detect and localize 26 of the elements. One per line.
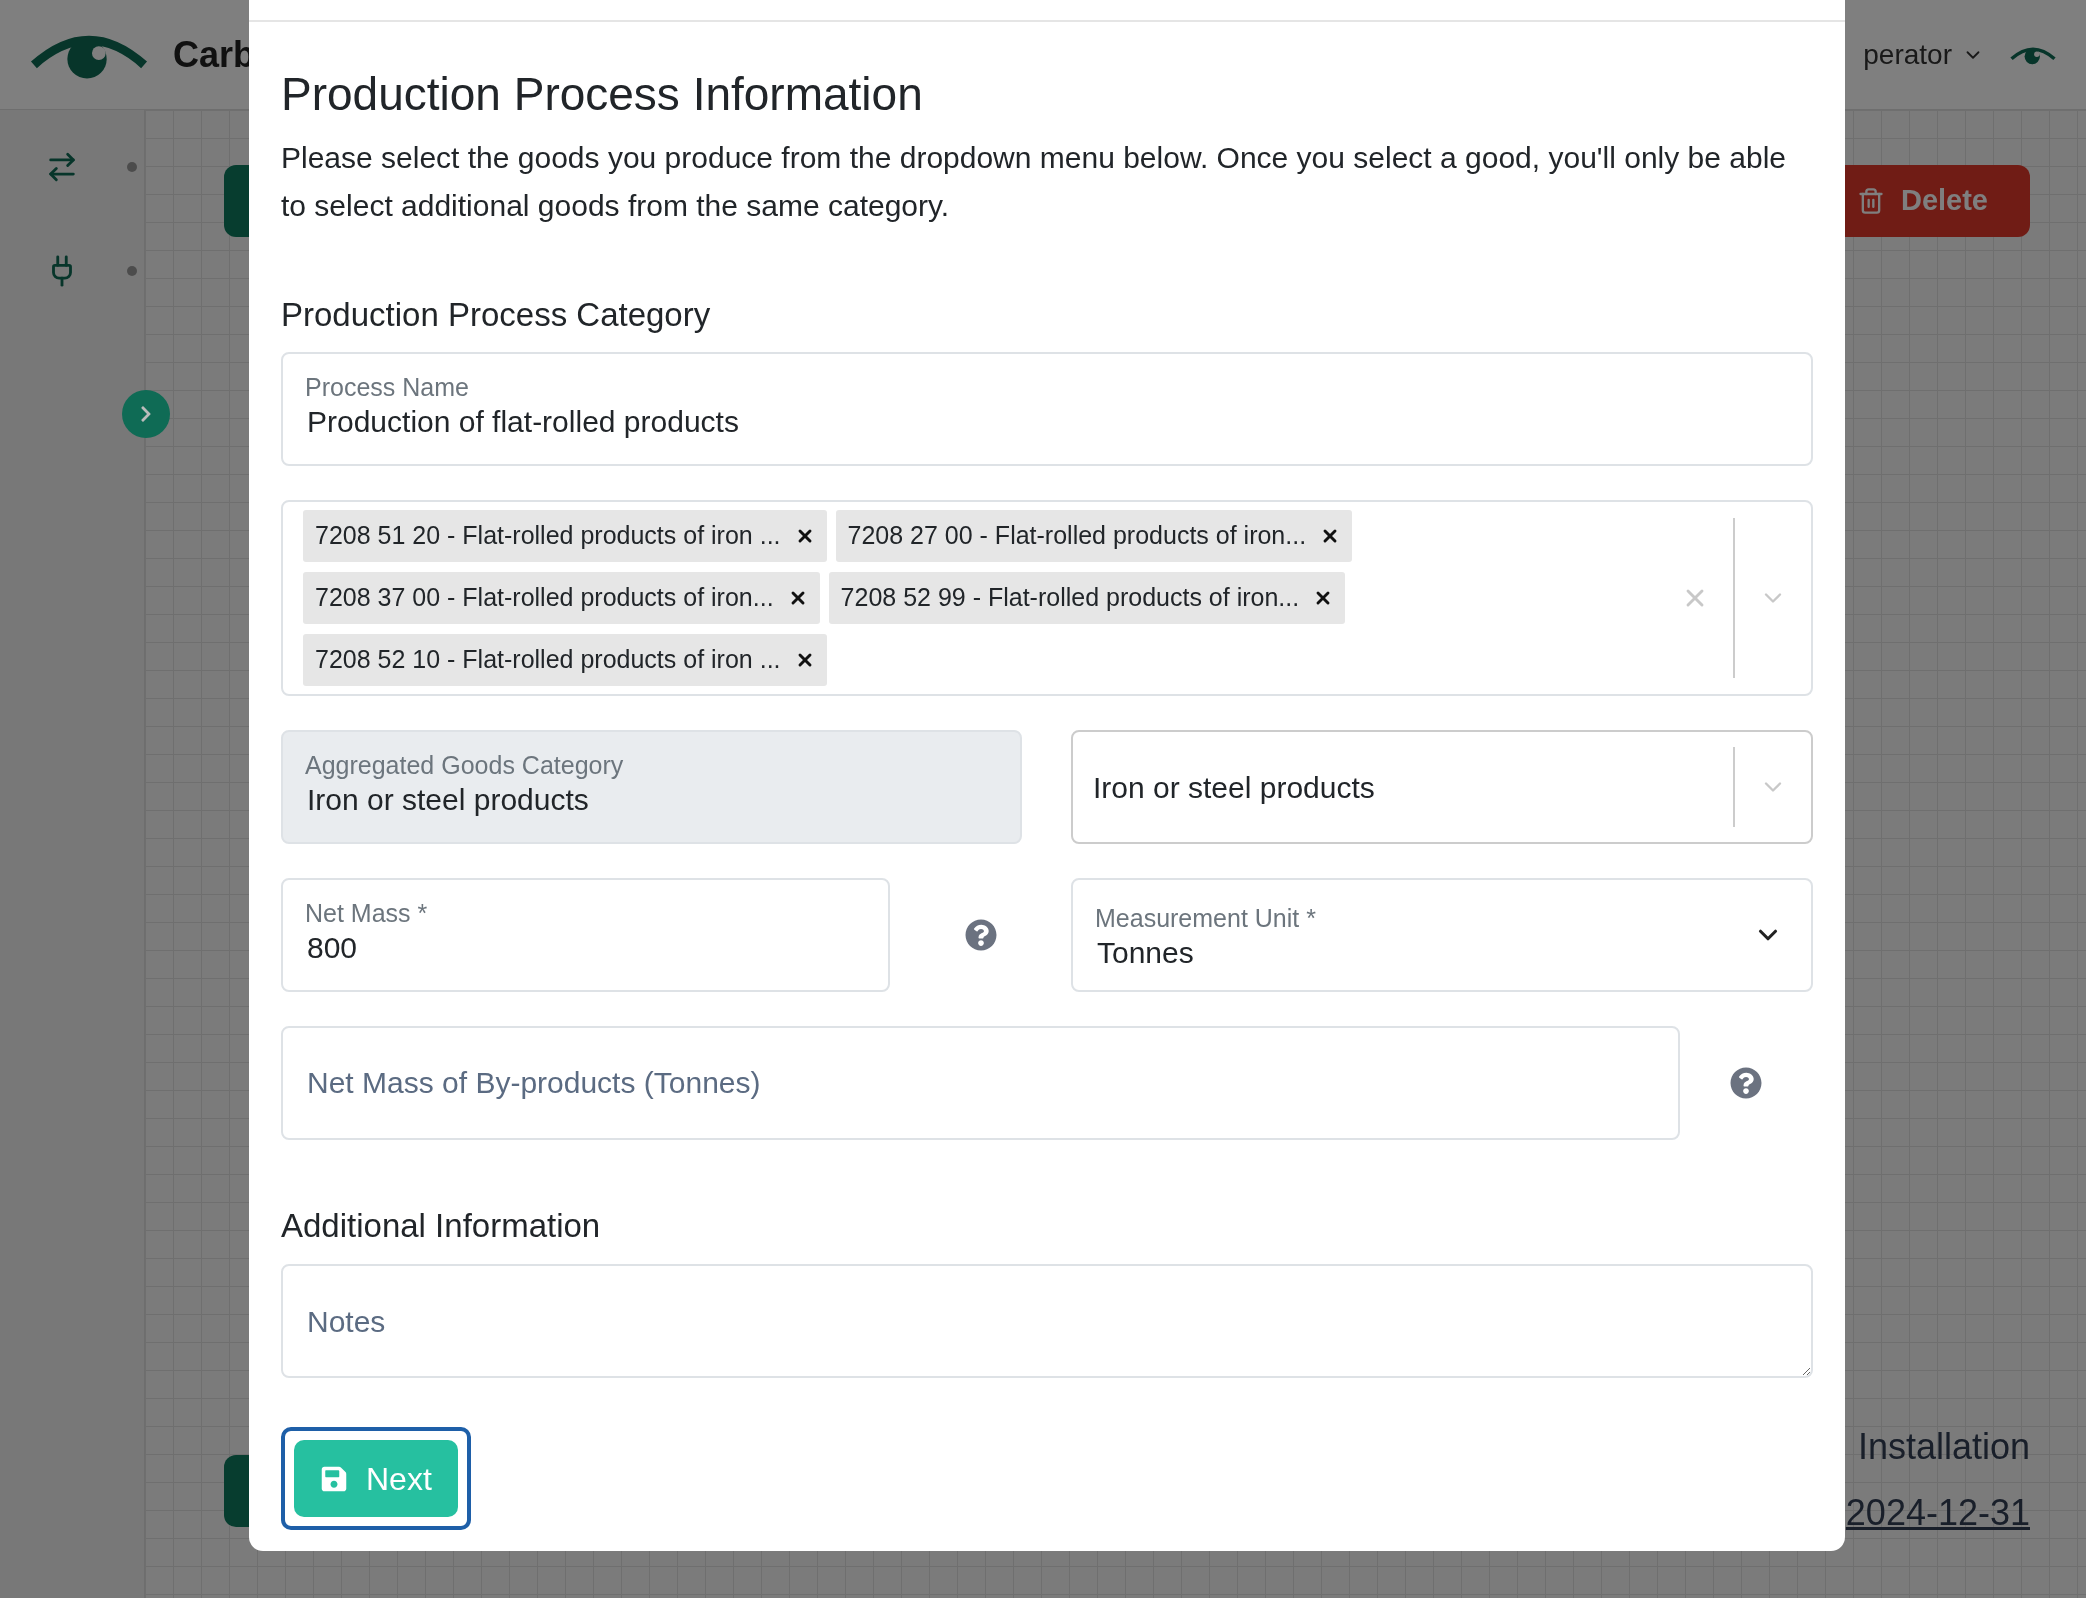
- net-mass-field[interactable]: Net Mass * 800: [281, 878, 890, 992]
- section-heading: Production Process Category: [281, 295, 712, 335]
- field-label: Aggregated Goods Category: [305, 750, 625, 780]
- tag-label: 7208 51 20 - Flat-rolled products of iron ...: [315, 520, 781, 552]
- user-menu[interactable]: perator: [1863, 33, 1952, 76]
- byproducts-input[interactable]: Net Mass of By-products (Tonnes): [281, 1026, 1680, 1140]
- tag-label: 7208 52 10 - Flat-rolled products of iron ...: [315, 644, 781, 676]
- field-label: Net Mass *: [305, 898, 429, 928]
- process-name-field[interactable]: Process Name Production of flat-rolled products: [281, 352, 1813, 466]
- field-value: Production of flat-rolled products: [306, 404, 740, 440]
- category-select[interactable]: Iron or steel products: [1071, 730, 1813, 844]
- measurement-unit-select[interactable]: Measurement Unit * Tonnes: [1071, 878, 1813, 992]
- tag-label: 7208 27 00 - Flat-rolled products of iron...: [847, 520, 1307, 552]
- field-value: Iron or steel products: [306, 782, 590, 818]
- field-value: Tonnes: [1096, 935, 1195, 971]
- date-link[interactable]: 2024-12-31: [1845, 1486, 2030, 1540]
- tag-label: 7208 37 00 - Flat-rolled products of iron...: [315, 582, 774, 614]
- field-value: 800: [306, 930, 359, 966]
- field-label: Process Name: [305, 372, 470, 402]
- modal-title: Production Process Information: [281, 67, 924, 122]
- select-value: Iron or steel products: [1093, 769, 1376, 806]
- notes-textarea[interactable]: Notes: [281, 1264, 1813, 1378]
- field-label: Measurement Unit *: [1095, 903, 1317, 933]
- installation-label: Installation: [1857, 1425, 2030, 1469]
- section-heading: Additional Information: [281, 1206, 602, 1246]
- tag-label: 7208 52 99 - Flat-rolled products of iron...: [840, 582, 1300, 614]
